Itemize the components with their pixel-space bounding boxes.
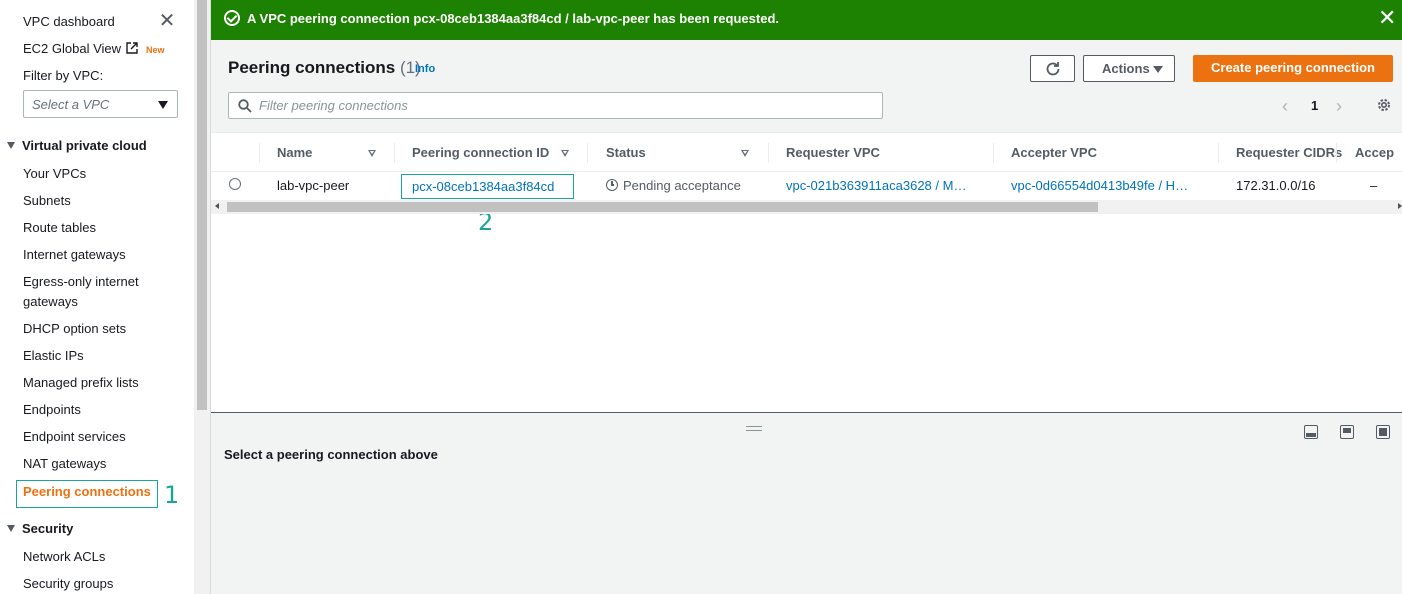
sidebar-item-vpc-dashboard[interactable]: VPC dashboard bbox=[23, 14, 115, 29]
vpc-filter-placeholder: Select a VPC bbox=[32, 97, 110, 112]
sort-icon[interactable] bbox=[368, 150, 376, 157]
column-separator bbox=[993, 143, 994, 163]
column-separator bbox=[768, 143, 769, 163]
sort-icon[interactable] bbox=[741, 150, 749, 157]
pagination-page-number[interactable]: 1 bbox=[1311, 98, 1318, 113]
sidebar-item-egress-only-internet-gateways-line2[interactable]: gateways bbox=[23, 294, 78, 309]
cell-status: Pending acceptance bbox=[606, 178, 741, 193]
close-sidebar-icon[interactable]: ✕ bbox=[158, 11, 176, 31]
scroll-right-icon[interactable] bbox=[1398, 203, 1402, 209]
section-virtual-private-cloud[interactable]: Virtual private cloud bbox=[7, 138, 147, 153]
section-security[interactable]: Security bbox=[7, 521, 73, 536]
sidebar-item-dhcp-option-sets[interactable]: DHCP option sets bbox=[23, 321, 126, 336]
column-header-status[interactable]: Status bbox=[606, 145, 646, 160]
cell-name: lab-vpc-peer bbox=[277, 178, 350, 193]
refresh-icon bbox=[1046, 62, 1060, 76]
caret-down-icon bbox=[7, 142, 15, 149]
column-separator bbox=[1336, 143, 1337, 163]
annotation-1: 1 bbox=[164, 481, 180, 509]
column-separator bbox=[587, 143, 588, 163]
clock-icon bbox=[606, 179, 618, 191]
actions-button[interactable]: Actions bbox=[1083, 55, 1175, 82]
success-check-icon bbox=[224, 10, 240, 26]
search-icon bbox=[238, 99, 252, 113]
column-header-name[interactable]: Name bbox=[277, 145, 312, 160]
dismiss-icon[interactable]: ✕ bbox=[1378, 7, 1396, 29]
peering-connection-id-link[interactable]: pcx-08ceb1384aa3f84cd bbox=[412, 179, 554, 194]
flash-message: A VPC peering connection pcx-08ceb1384aa… bbox=[247, 11, 779, 26]
caret-down-icon bbox=[7, 525, 15, 532]
create-peering-connection-label: Create peering connection bbox=[1211, 60, 1375, 75]
peering-connections-table: Name Peering connection ID Status Reques… bbox=[211, 132, 1402, 412]
sidebar-item-managed-prefix-lists[interactable]: Managed prefix lists bbox=[23, 375, 139, 390]
page-title-text: Peering connections bbox=[228, 58, 396, 77]
filter-peering-connections-input[interactable] bbox=[259, 96, 859, 115]
section-vpc-label: Virtual private cloud bbox=[22, 138, 147, 153]
new-badge: New bbox=[146, 45, 165, 55]
cell-peering-connection-id[interactable]: pcx-08ceb1384aa3f84cd bbox=[401, 174, 574, 199]
sidebar-item-nat-gateways[interactable]: NAT gateways bbox=[23, 456, 106, 471]
cell-accepter-vpc[interactable]: vpc-0d66554d0413b49fe / H… bbox=[1011, 178, 1188, 193]
sidebar-item-elastic-ips[interactable]: Elastic IPs bbox=[23, 348, 84, 363]
success-flash-banner: A VPC peering connection pcx-08ceb1384aa… bbox=[211, 0, 1402, 40]
info-link[interactable]: Info bbox=[415, 63, 435, 75]
filter-search bbox=[228, 92, 883, 119]
gear-icon[interactable] bbox=[1376, 97, 1392, 113]
split-panel-resize-handle[interactable] bbox=[746, 426, 762, 431]
refresh-button[interactable] bbox=[1030, 55, 1075, 82]
sidebar-item-endpoint-services[interactable]: Endpoint services bbox=[23, 429, 126, 444]
column-header-accepter-cidrs[interactable]: Accep bbox=[1355, 145, 1394, 160]
sidebar-item-egress-only-internet-gateways[interactable]: Egress-only internet bbox=[23, 274, 139, 289]
column-header-requester-vpc[interactable]: Requester VPC bbox=[786, 145, 880, 160]
cell-accepter-cidrs: – bbox=[1370, 178, 1378, 193]
sort-icon[interactable] bbox=[561, 150, 569, 157]
sidebar-item-subnets[interactable]: Subnets bbox=[23, 193, 71, 208]
table-row[interactable]: lab-vpc-peer pcx-08ceb1384aa3f84cd Pendi… bbox=[211, 172, 1402, 200]
create-peering-connection-button[interactable]: Create peering connection bbox=[1193, 55, 1393, 82]
page-title: Peering connections (1) bbox=[228, 58, 421, 78]
sidebar-scrollbar[interactable] bbox=[194, 0, 210, 594]
table-horizontal-scrollbar[interactable] bbox=[211, 200, 1402, 214]
split-panel-bottom-icon[interactable] bbox=[1304, 425, 1318, 439]
pagination-next-icon[interactable]: › bbox=[1336, 96, 1350, 116]
sidebar: VPC dashboard ✕ EC2 Global View New Filte… bbox=[0, 0, 194, 594]
section-security-label: Security bbox=[22, 521, 74, 536]
split-panel: Select a peering connection above bbox=[211, 412, 1402, 594]
split-panel-full-icon[interactable] bbox=[1376, 425, 1390, 439]
caret-down-icon bbox=[158, 101, 168, 109]
column-header-accepter-vpc[interactable]: Accepter VPC bbox=[1011, 145, 1097, 160]
filter-by-vpc-label: Filter by VPC: bbox=[23, 68, 104, 83]
column-separator bbox=[1218, 143, 1219, 163]
table-header-row: Name Peering connection ID Status Reques… bbox=[211, 132, 1402, 172]
split-panel-message: Select a peering connection above bbox=[224, 447, 438, 462]
caret-down-icon bbox=[1153, 66, 1163, 73]
column-separator bbox=[394, 143, 395, 163]
split-panel-side-icon[interactable] bbox=[1340, 425, 1354, 439]
column-header-peering-connection-id[interactable]: Peering connection ID bbox=[412, 145, 549, 160]
external-link-icon bbox=[126, 42, 138, 54]
sidebar-item-your-vpcs[interactable]: Your VPCs bbox=[23, 166, 86, 181]
column-header-requester-cidrs[interactable]: Requester CIDRs bbox=[1236, 145, 1342, 160]
sidebar-item-network-acls[interactable]: Network ACLs bbox=[23, 549, 105, 564]
vpc-filter-select[interactable]: Select a VPC bbox=[23, 90, 178, 118]
scroll-left-icon[interactable] bbox=[215, 203, 219, 209]
cell-requester-cidrs: 172.31.0.0/16 bbox=[1236, 178, 1316, 193]
actions-button-label: Actions bbox=[1102, 61, 1150, 76]
sidebar-item-security-groups[interactable]: Security groups bbox=[23, 576, 113, 591]
sidebar-item-peering-connections[interactable]: Peering connections bbox=[16, 480, 158, 508]
status-text: Pending acceptance bbox=[623, 178, 741, 193]
table-scrollbar-thumb[interactable] bbox=[227, 202, 1098, 212]
pagination-previous-icon[interactable]: ‹ bbox=[1282, 96, 1296, 116]
row-select-radio[interactable] bbox=[229, 178, 241, 190]
sidebar-item-route-tables[interactable]: Route tables bbox=[23, 220, 96, 235]
sidebar-scrollbar-thumb[interactable] bbox=[197, 0, 207, 410]
sidebar-item-peering-connections-label: Peering connections bbox=[23, 484, 151, 499]
sidebar-item-endpoints[interactable]: Endpoints bbox=[23, 402, 81, 417]
sidebar-item-ec2-global-view[interactable]: EC2 Global View New bbox=[23, 41, 165, 56]
ec2-global-view-label: EC2 Global View bbox=[23, 41, 122, 56]
column-separator bbox=[259, 143, 260, 163]
sidebar-item-internet-gateways[interactable]: Internet gateways bbox=[23, 247, 126, 262]
cell-requester-vpc[interactable]: vpc-021b363911aca3628 / M… bbox=[786, 178, 966, 193]
